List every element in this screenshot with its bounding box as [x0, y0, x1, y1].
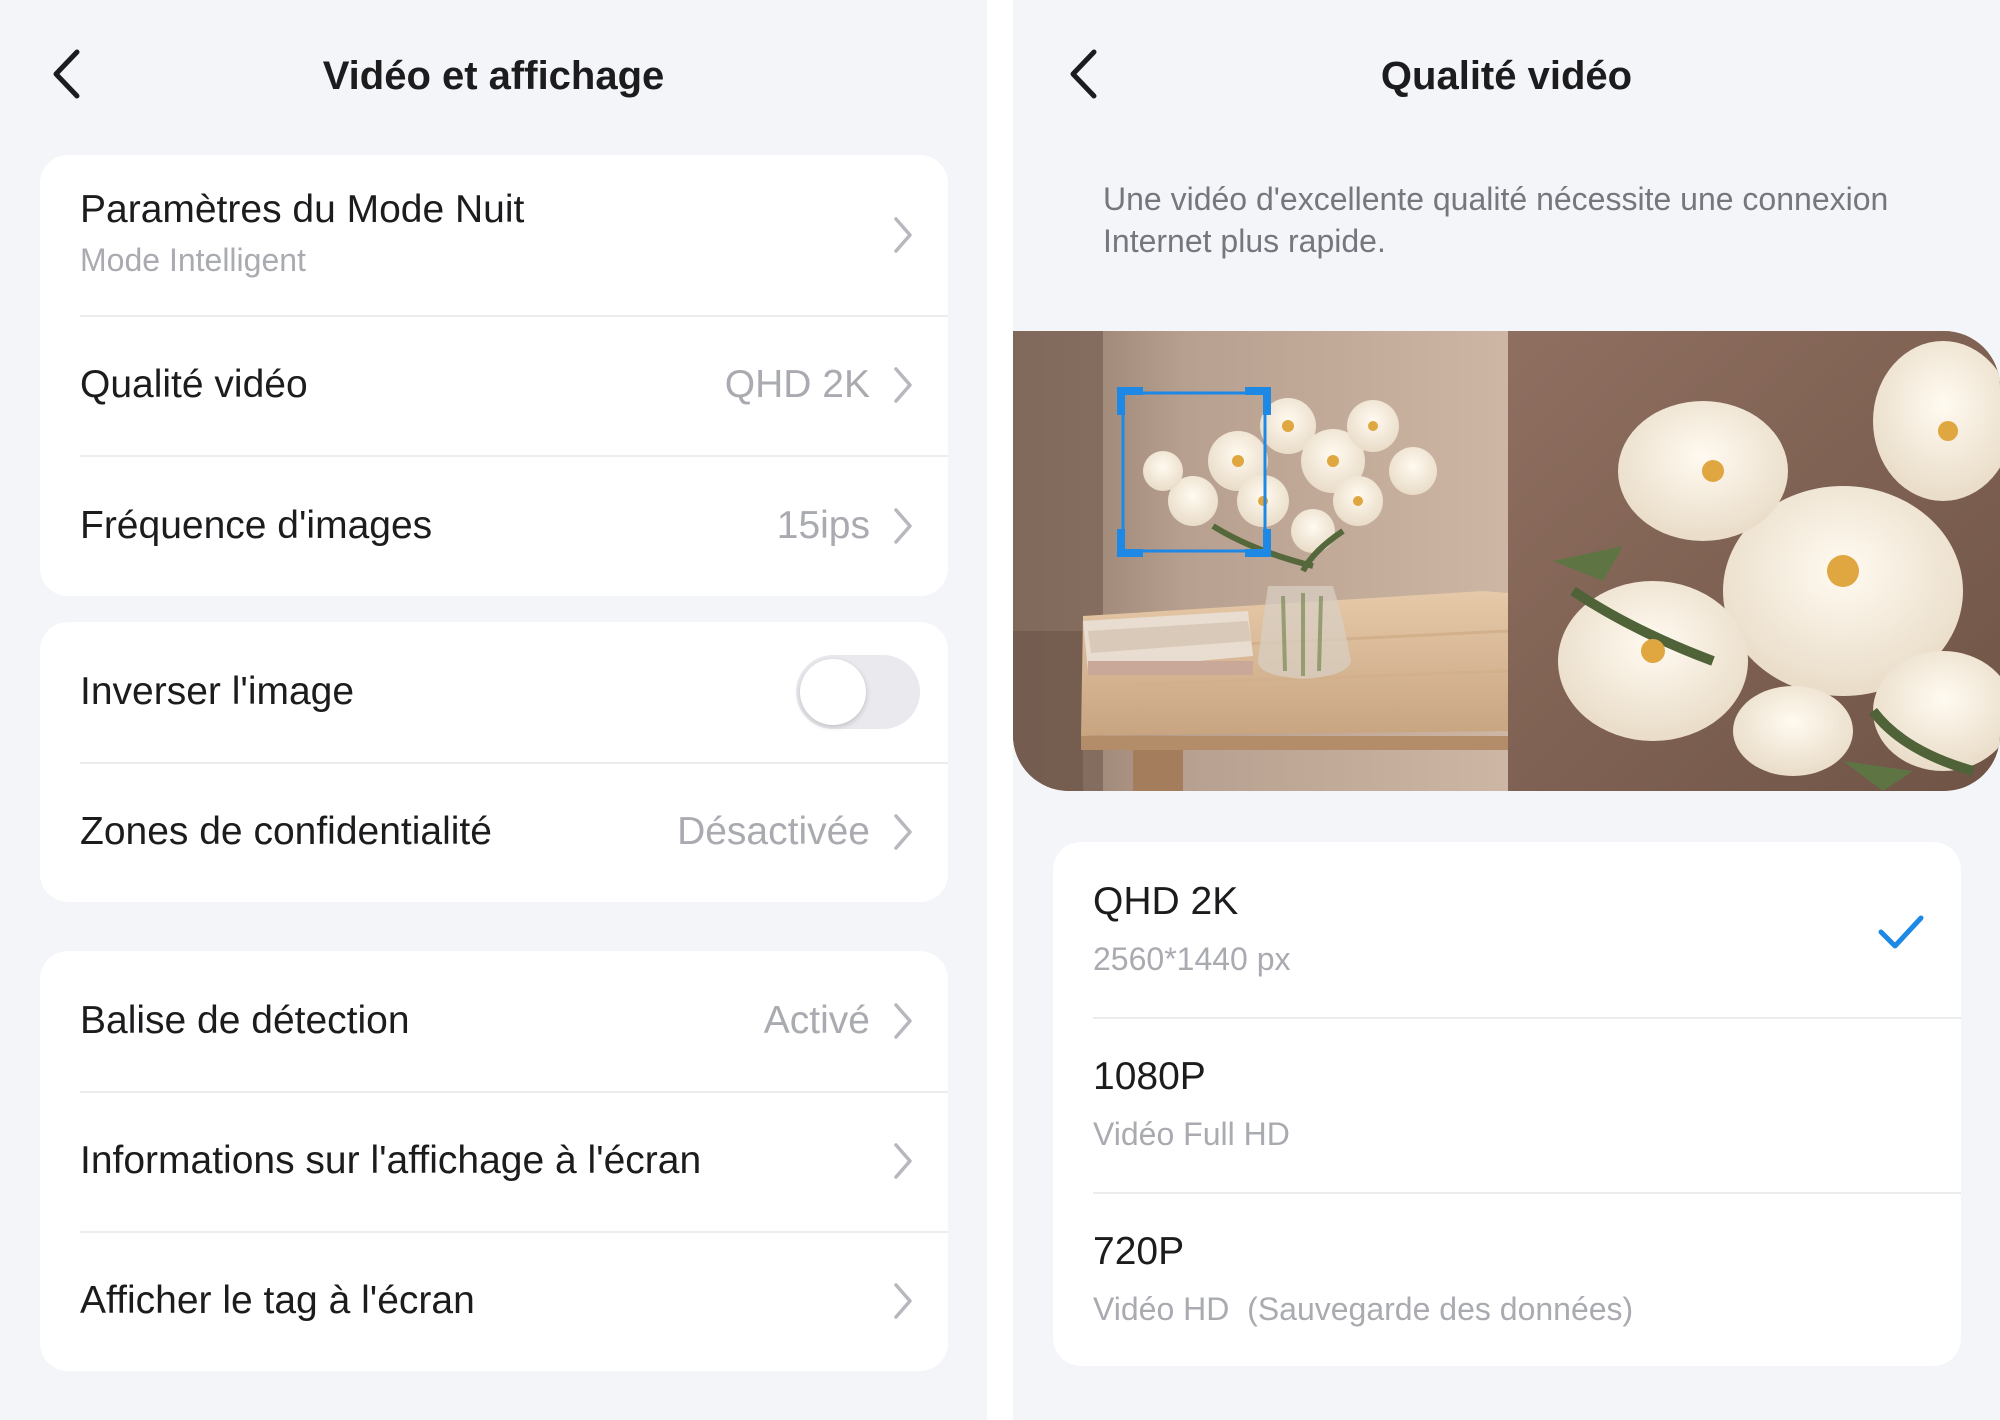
chevron-right-icon	[892, 812, 914, 852]
chevron-right-icon	[892, 365, 914, 405]
detection-tag-value: Activé	[763, 999, 870, 1042]
page-title: Qualité vidéo	[1380, 54, 1633, 98]
chevron-right-icon	[892, 1141, 914, 1181]
checkmark-icon	[1878, 915, 1924, 949]
settings-card-overlay: Balise de détection Activé Informations …	[40, 951, 948, 1371]
quality-option-subtitle: 2560*1440 px	[1093, 941, 1291, 977]
chevron-right-icon	[892, 215, 914, 255]
frame-rate-row[interactable]: Fréquence d'images 15ips	[40, 455, 948, 596]
video-quality-label: Qualité vidéo	[80, 363, 308, 406]
quality-option-1080p[interactable]: 1080P Vidéo Full HD	[1053, 1017, 1961, 1192]
quality-option-subtitle: Vidéo HD (Sauvegarde des données)	[1093, 1291, 1634, 1327]
quality-option-title: 1080P	[1093, 1055, 1206, 1098]
show-tag-row[interactable]: Afficher le tag à l'écran	[40, 1231, 948, 1371]
quality-option-title: QHD 2K	[1093, 880, 1239, 923]
flip-image-label: Inverser l'image	[80, 670, 355, 713]
video-quality-screen: Qualité vidéo Une vidéo d'excellente qua…	[1013, 0, 2000, 1420]
video-quality-row[interactable]: Qualité vidéo QHD 2K	[40, 315, 948, 455]
osd-info-row[interactable]: Informations sur l'affichage à l'écran	[40, 1091, 948, 1231]
quality-options-card: QHD 2K 2560*1440 px 1080P Vidéo Full HD …	[1053, 842, 1961, 1366]
settings-card-video: Paramètres du Mode Nuit Mode Intelligent…	[40, 155, 948, 596]
frame-rate-label: Fréquence d'images	[80, 503, 433, 547]
frame-rate-value: 15ips	[776, 503, 870, 547]
toggle-knob	[800, 659, 866, 725]
night-mode-label: Paramètres du Mode Nuit	[80, 188, 525, 231]
osd-info-label: Informations sur l'affichage à l'écran	[80, 1139, 702, 1182]
quality-option-qhd[interactable]: QHD 2K 2560*1440 px	[1053, 842, 1961, 1017]
chevron-right-icon	[892, 506, 914, 546]
privacy-zones-label: Zones de confidentialité	[80, 810, 492, 853]
quality-option-subtitle: Vidéo Full HD	[1093, 1116, 1290, 1152]
quality-option-title: 720P	[1093, 1230, 1185, 1273]
flip-image-row: Inverser l'image	[40, 622, 948, 762]
chevron-right-icon	[892, 1281, 914, 1321]
privacy-zones-value: Désactivée	[677, 810, 870, 853]
detection-tag-label: Balise de détection	[80, 999, 410, 1042]
quality-option-720p[interactable]: 720P Vidéo HD (Sauvegarde des données)	[1053, 1192, 1961, 1366]
night-mode-row[interactable]: Paramètres du Mode Nuit Mode Intelligent	[40, 155, 948, 315]
show-tag-label: Afficher le tag à l'écran	[80, 1279, 475, 1322]
chevron-right-icon	[892, 1001, 914, 1041]
page-title: Vidéo et affichage	[322, 54, 665, 98]
flower-vase-preview-image	[1013, 331, 2000, 791]
night-mode-value: Mode Intelligent	[80, 242, 306, 278]
settings-card-image: Inverser l'image Zones de confidentialit…	[40, 622, 948, 902]
quality-description: Une vidéo d'excellente qualité nécessite…	[1103, 181, 1889, 259]
video-quality-value: QHD 2K	[724, 363, 870, 406]
video-display-settings-screen: Vidéo et affichage Paramètres du Mode Nu…	[0, 0, 987, 1420]
privacy-zones-row[interactable]: Zones de confidentialité Désactivée	[40, 762, 948, 902]
flip-image-toggle[interactable]	[796, 655, 920, 729]
detection-tag-row[interactable]: Balise de détection Activé	[40, 951, 948, 1091]
